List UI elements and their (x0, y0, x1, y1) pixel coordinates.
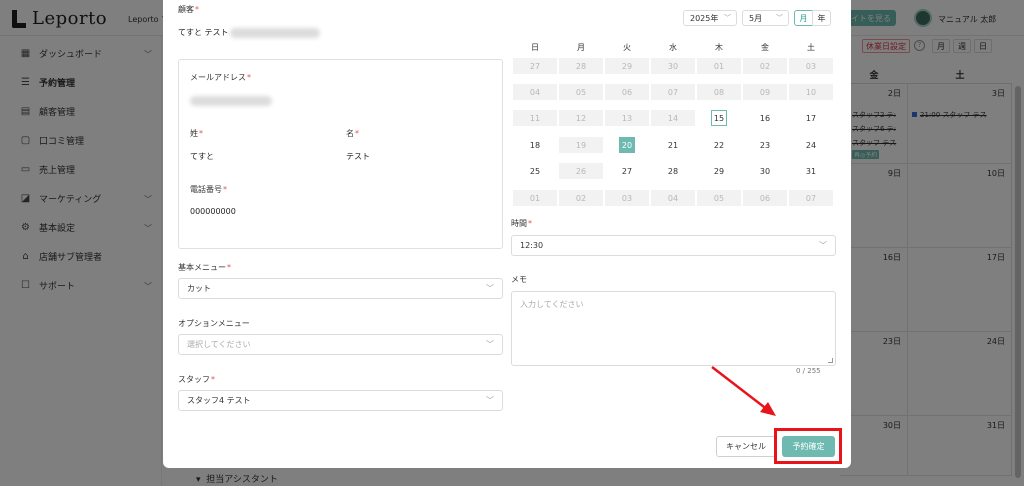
annotation-arrow-icon (711, 366, 776, 416)
